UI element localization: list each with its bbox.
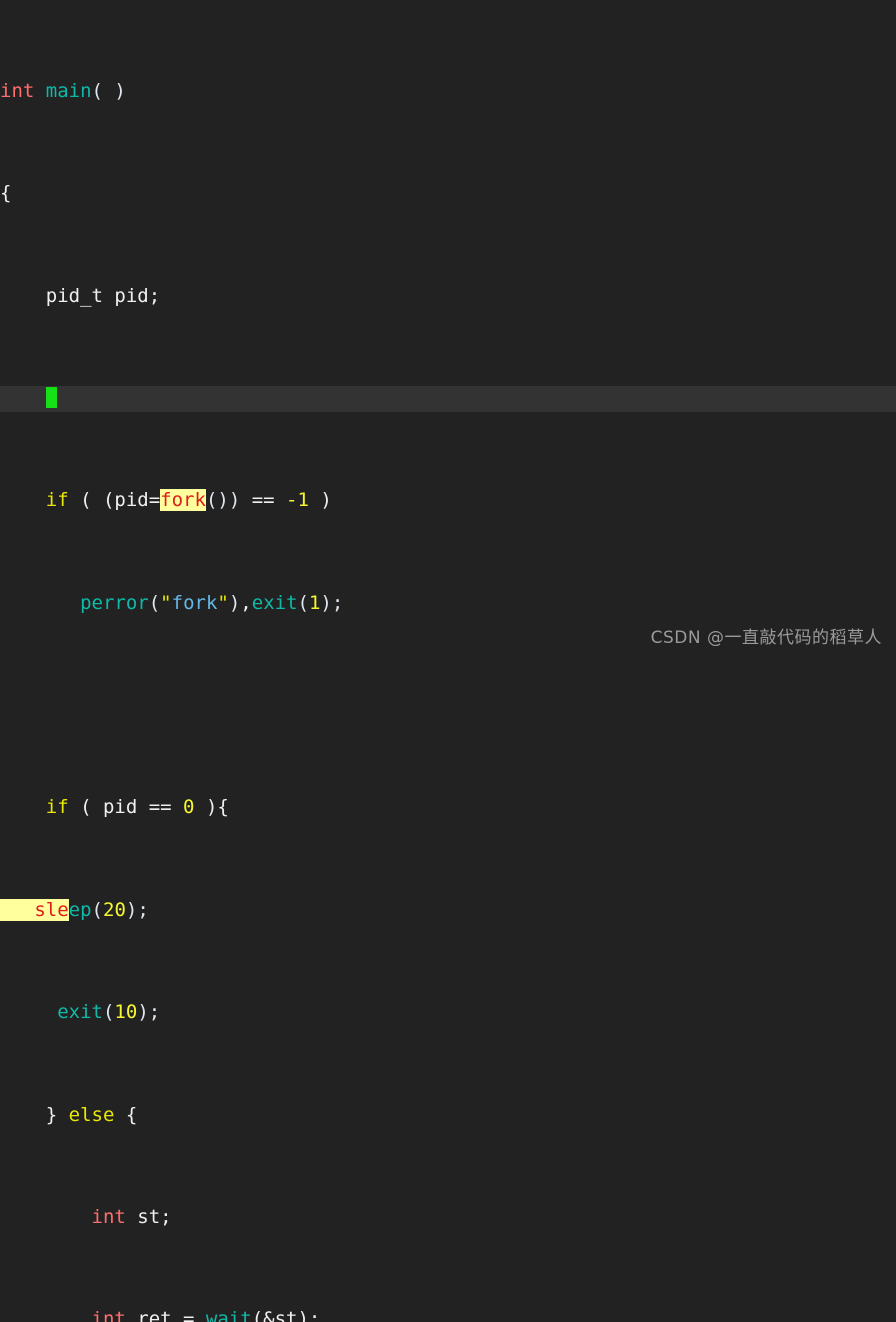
token-line-tail: ) bbox=[308, 489, 332, 512]
token-close-paren: ) bbox=[228, 591, 241, 614]
block-cursor bbox=[45, 386, 57, 408]
code-line-7-blank bbox=[0, 693, 896, 719]
token-operator-equality: == bbox=[240, 489, 287, 512]
token-string-fork: fork bbox=[171, 591, 218, 614]
token-keyword-else: else bbox=[68, 1103, 115, 1126]
token-number-minus-one: -1 bbox=[286, 489, 309, 512]
token-number-one: 1 bbox=[308, 591, 321, 614]
token-function-exit: exit bbox=[251, 591, 298, 614]
token-keyword-if: if bbox=[45, 489, 69, 512]
token-function-wait: wait bbox=[205, 1308, 252, 1322]
code-line-3: pid_t pid; bbox=[0, 284, 896, 310]
token-parens: ( ) bbox=[91, 79, 126, 102]
code-line-10: exit(10); bbox=[0, 1000, 896, 1026]
token-keyword-if: if bbox=[45, 796, 69, 819]
token-quote-open: " bbox=[160, 591, 172, 614]
code-line-5: if ( (pid=fork()) == -1 ) bbox=[0, 488, 896, 514]
token-declaration-ret: ret = bbox=[125, 1308, 206, 1322]
token-function-sleep-tail: ep bbox=[68, 898, 92, 921]
search-highlight-sleep-partial: sle bbox=[34, 898, 69, 921]
token-number-twenty: 20 bbox=[103, 898, 126, 921]
token-open-brace: { bbox=[0, 182, 12, 205]
token-function-main: main bbox=[45, 79, 92, 102]
token-keyword-int: int bbox=[91, 1205, 126, 1228]
code-line-1: int main( ) bbox=[0, 79, 896, 105]
token-open-paren: ( bbox=[91, 898, 103, 921]
code-line-11: } else { bbox=[0, 1103, 896, 1129]
search-highlight-fork: fork bbox=[160, 489, 206, 512]
code-line-13: int ret = wait(&st); bbox=[0, 1307, 896, 1322]
search-highlight-leading-space bbox=[0, 898, 35, 921]
token-keyword-int: int bbox=[91, 1308, 126, 1322]
token-declaration: pid; bbox=[102, 284, 161, 307]
csdn-watermark: CSDN @一直敲代码的稻草人 bbox=[650, 628, 882, 649]
token-function-exit: exit bbox=[57, 1001, 103, 1024]
token-close-paren: ); bbox=[125, 898, 149, 921]
token-close-parens: ()) bbox=[205, 489, 241, 512]
code-line-9: sleep(20); bbox=[0, 898, 896, 924]
code-line-12: int st; bbox=[0, 1205, 896, 1231]
token-wait-args: (&st); bbox=[251, 1308, 321, 1322]
token-open-paren: ( bbox=[148, 591, 161, 614]
token-type-pid-t: pid_t bbox=[45, 284, 103, 307]
code-line-2: { bbox=[0, 181, 896, 207]
token-open-brace: { bbox=[114, 1103, 138, 1126]
token-close-paren: ); bbox=[137, 1001, 161, 1024]
token-number-ten: 10 bbox=[114, 1001, 138, 1024]
code-line-4-cursor-line[interactable] bbox=[0, 385, 896, 412]
code-line-8: if ( pid == 0 ){ bbox=[0, 795, 896, 821]
token-close-paren: ); bbox=[320, 591, 344, 614]
token-comma: , bbox=[240, 591, 252, 614]
token-function-perror: perror bbox=[80, 591, 149, 614]
token-number-zero: 0 bbox=[183, 796, 195, 819]
token-assign-expr: ( (pid= bbox=[68, 489, 161, 512]
token-line-tail: ){ bbox=[194, 796, 229, 819]
token-quote-close: " bbox=[217, 591, 229, 614]
token-open-paren: ( bbox=[297, 591, 309, 614]
token-open-paren: ( bbox=[102, 1001, 115, 1024]
token-condition: ( pid == bbox=[68, 796, 184, 819]
token-keyword-int: int bbox=[0, 79, 35, 102]
code-line-6: perror("fork"),exit(1); bbox=[0, 591, 896, 617]
token-declaration-st: st; bbox=[125, 1205, 172, 1228]
code-editor[interactable]: int main( ) { pid_t pid; if ( (pid=fork(… bbox=[0, 0, 896, 1322]
token-close-brace: } bbox=[45, 1103, 69, 1126]
